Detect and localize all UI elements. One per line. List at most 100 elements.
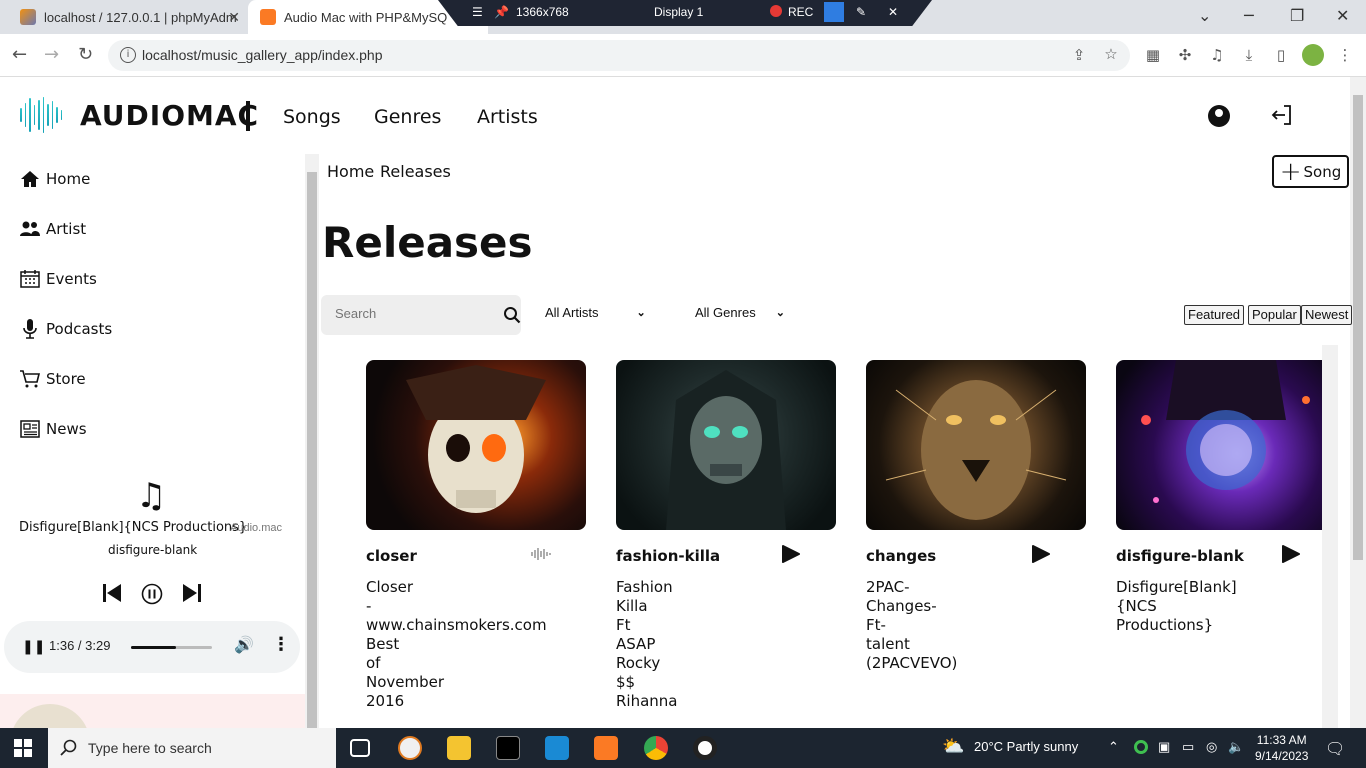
kebab-menu-icon[interactable]: ⋮: [1336, 46, 1354, 64]
sort-newest-button[interactable]: Newest: [1301, 305, 1353, 325]
notification-icon[interactable]: 🗨: [1325, 739, 1345, 759]
audio-progress[interactable]: [131, 646, 212, 649]
nav-songs[interactable]: Songs: [283, 106, 341, 128]
chevron-up-icon[interactable]: ⌃: [1108, 739, 1119, 755]
pin-icon[interactable]: 📌: [494, 5, 509, 19]
vscode-icon[interactable]: [545, 736, 569, 760]
cover-art[interactable]: [366, 360, 586, 530]
sidebar-item-news[interactable]: News: [20, 416, 87, 442]
taskbar-clock[interactable]: 11:33 AM 9/14/2023: [1255, 732, 1308, 764]
cover-art[interactable]: [866, 360, 1086, 530]
menu-icon[interactable]: ☰: [472, 5, 483, 19]
search-icon: [60, 739, 77, 756]
sort-featured-button[interactable]: Featured: [1184, 305, 1245, 325]
pen-icon[interactable]: ✎: [856, 5, 866, 19]
sidebar-item-home[interactable]: Home: [20, 166, 90, 192]
kebab-menu-icon[interactable]: ⋮: [272, 634, 290, 655]
reload-icon[interactable]: ↻: [78, 44, 93, 65]
sidebar-item-events[interactable]: Events: [20, 266, 97, 292]
browser-tab-phpmyadmin[interactable]: localhost / 127.0.0.1 | phpMyAdm ✕: [8, 0, 248, 34]
sidebar-item-artist[interactable]: Artist: [20, 216, 86, 242]
volume-icon[interactable]: 🔊: [234, 635, 254, 654]
recorder-rec[interactable]: REC: [788, 5, 813, 19]
xampp-icon[interactable]: [594, 736, 618, 760]
sort-popular-button[interactable]: Popular: [1248, 305, 1301, 325]
music-note-icon: ♫: [136, 476, 167, 516]
scroll-thumb[interactable]: [1353, 95, 1363, 560]
file-explorer-icon[interactable]: [447, 736, 471, 760]
sidepanel-icon[interactable]: ▯: [1272, 46, 1290, 64]
forward-icon[interactable]: →: [44, 44, 59, 65]
scroll-thumb[interactable]: [307, 172, 317, 728]
back-icon[interactable]: ←: [12, 44, 27, 65]
logo-text[interactable]: AUDIOMAC: [80, 99, 259, 132]
card-name[interactable]: changes: [866, 547, 936, 565]
windows-start-icon[interactable]: [14, 739, 32, 757]
puzzle-icon[interactable]: ✣: [1176, 46, 1194, 64]
chrome-icon[interactable]: [644, 736, 668, 760]
media-icon[interactable]: ♫: [1208, 46, 1226, 64]
previous-icon[interactable]: [102, 582, 122, 604]
nav-artists[interactable]: Artists: [477, 106, 538, 128]
cards-scrollbar[interactable]: [1322, 345, 1338, 728]
release-card[interactable]: disfigure-blank Disfigure[Blank] {NCS Prod…: [1116, 360, 1322, 730]
recorder-app-icon[interactable]: [693, 736, 717, 760]
release-card[interactable]: changes 2PAC- Changes- Ft-talent (2PACVEVO): [866, 360, 1086, 672]
add-song-button[interactable]: + Song: [1272, 155, 1349, 188]
weather-icon[interactable]: ⛅: [942, 736, 964, 757]
pause-circle-icon[interactable]: [141, 583, 163, 605]
card-name[interactable]: fashion-killa: [616, 547, 720, 565]
sidebar-item-podcasts[interactable]: Podcasts: [20, 316, 112, 342]
restore-icon[interactable]: ❐: [1290, 6, 1304, 25]
pause-icon[interactable]: ❚❚: [22, 639, 45, 655]
extension-icon[interactable]: ▦: [1144, 46, 1162, 64]
media-player-icon[interactable]: [398, 736, 422, 760]
info-icon[interactable]: i: [120, 47, 136, 63]
task-view-icon[interactable]: [350, 739, 370, 757]
recorder-display[interactable]: Display 1: [654, 5, 703, 19]
url-field[interactable]: i localhost/music_gallery_app/index.php …: [108, 40, 1130, 71]
close-icon[interactable]: ✕: [228, 9, 240, 26]
record-square-icon[interactable]: [824, 2, 844, 22]
minimize-icon[interactable]: ─: [1244, 6, 1254, 25]
breadcrumb-home[interactable]: Home: [327, 162, 374, 181]
network-icon[interactable]: ◎: [1206, 739, 1217, 755]
sidebar-item-store[interactable]: Store: [20, 366, 86, 392]
close-icon[interactable]: ✕: [888, 5, 898, 19]
profile-avatar[interactable]: [1302, 44, 1324, 66]
search-input[interactable]: [335, 306, 495, 321]
user-icon[interactable]: [1208, 105, 1230, 127]
release-card[interactable]: closer Closer - www.chainsmokers.com Best of…: [366, 360, 586, 710]
sidebar-scrollbar[interactable]: [305, 154, 319, 728]
page-scrollbar[interactable]: [1350, 77, 1366, 728]
play-icon[interactable]: [1280, 545, 1302, 563]
camera-icon[interactable]: ▣: [1158, 739, 1170, 755]
speaker-icon[interactable]: 🔈: [1228, 739, 1244, 755]
play-icon[interactable]: [780, 545, 802, 563]
artist-filter-select[interactable]: All Artists ⌄: [545, 305, 646, 320]
share-icon[interactable]: ⇪: [1070, 46, 1088, 64]
battery-icon[interactable]: ▭: [1182, 739, 1194, 755]
star-icon[interactable]: ☆: [1102, 45, 1120, 63]
logout-icon[interactable]: [1270, 103, 1294, 127]
cover-art[interactable]: [616, 360, 836, 530]
download-icon[interactable]: ⤓: [1240, 46, 1258, 64]
play-icon[interactable]: [1030, 545, 1052, 563]
next-icon[interactable]: [182, 582, 202, 604]
nav-genres[interactable]: Genres: [374, 106, 441, 128]
audio-player[interactable]: ❚❚ 1:36 / 3:29 🔊 ⋮: [4, 621, 300, 673]
card-name[interactable]: closer: [366, 547, 417, 565]
search-icon[interactable]: [503, 306, 521, 324]
window-close-icon[interactable]: ✕: [1336, 6, 1349, 25]
release-card[interactable]: fashion-killa Fashion Killa Ft ASAP Rocky $$ R…: [616, 360, 836, 710]
equalizer-icon[interactable]: [530, 545, 552, 563]
url-text[interactable]: localhost/music_gallery_app/index.php: [142, 47, 382, 63]
card-name[interactable]: disfigure-blank: [1116, 547, 1244, 565]
cover-art[interactable]: [1116, 360, 1322, 530]
status-circle-icon[interactable]: [1134, 740, 1148, 754]
terminal-icon[interactable]: [496, 736, 520, 760]
weather-text[interactable]: 20°C Partly sunny: [974, 739, 1078, 754]
chevron-down-icon[interactable]: ⌄: [1198, 6, 1211, 25]
taskbar-search[interactable]: Type here to search: [48, 728, 336, 768]
genre-filter-select[interactable]: All Genres ⌄: [695, 305, 785, 320]
